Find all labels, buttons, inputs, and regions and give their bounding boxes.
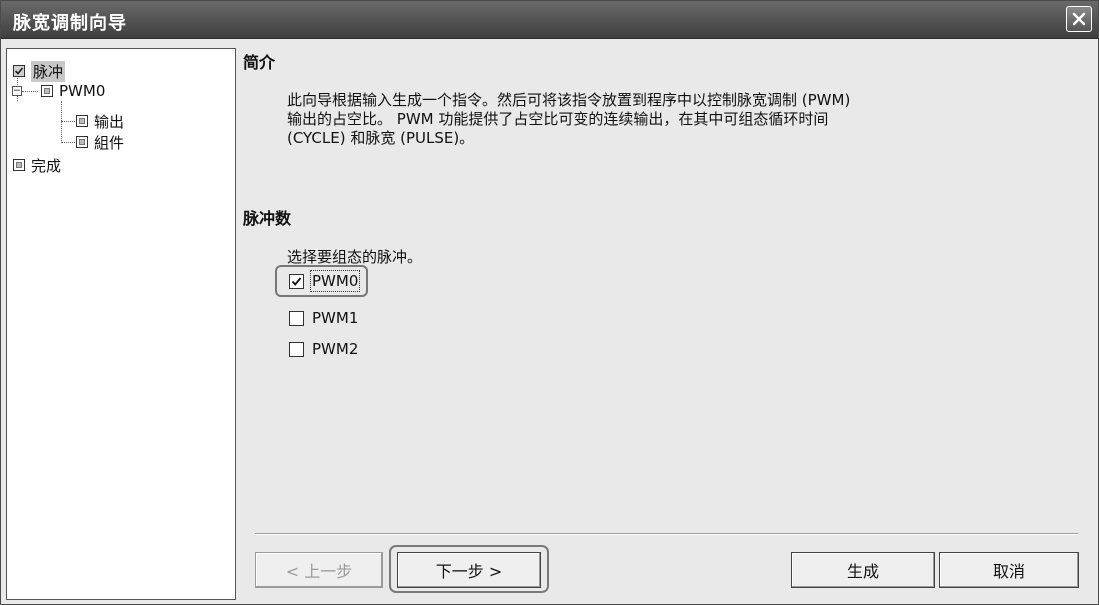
tree-node-icon	[76, 115, 88, 127]
tree-item-pwm0[interactable]: PWM0	[41, 81, 105, 101]
window-title: 脉宽调制向导	[13, 13, 127, 34]
tree-item-finish[interactable]: 完成	[13, 155, 61, 175]
pwm2-checkbox[interactable]	[289, 341, 304, 357]
next-button[interactable]: 下一步 >	[397, 552, 541, 588]
tree-checkbox-icon	[13, 65, 25, 77]
separator	[255, 533, 1078, 535]
tree-item-components[interactable]: 組件	[76, 132, 124, 152]
pwm0-option[interactable]: PWM0	[289, 270, 361, 292]
pwm0-checkbox[interactable]	[289, 273, 304, 289]
tree-item-label: PWM0	[59, 82, 106, 100]
title-bar: 脉宽调制向导	[1, 1, 1098, 39]
intro-heading: 简介	[243, 53, 276, 72]
tree-item-output[interactable]: 输出	[76, 111, 124, 131]
wizard-content: 简介 此向导根据输入生成一个指令。然后可将该指令放置到程序中以控制脉宽调制 (P…	[239, 39, 1098, 604]
tree-item-label: 完成	[31, 156, 62, 175]
pwm2-option[interactable]: PWM2	[289, 339, 358, 359]
check-icon	[291, 276, 302, 286]
intro-text: 此向导根据输入生成一个指令。然后可将该指令放置到程序中以控制脉宽调制 (PWM)…	[287, 91, 1027, 148]
wizard-window: 脉宽调制向导 − 脉冲 PWM0 输出 組件 完成 简介 此向导根据输入生成一个…	[0, 0, 1099, 605]
pwm2-label: PWM2	[312, 340, 359, 358]
cancel-button[interactable]: 取消	[939, 552, 1079, 588]
tree-item-label: 組件	[94, 133, 125, 152]
tree-item-label: 输出	[94, 112, 125, 131]
intro-line: 此向导根据输入生成一个指令。然后可将该指令放置到程序中以控制脉宽调制 (PWM)	[287, 91, 851, 109]
tree-node-icon	[76, 136, 88, 148]
close-button[interactable]	[1066, 6, 1092, 32]
tree-collapse-toggle[interactable]: −	[12, 86, 22, 96]
tree-node-icon	[41, 85, 53, 97]
tree-item-label: 脉冲	[31, 60, 66, 82]
pwm1-checkbox[interactable]	[289, 310, 304, 326]
pwm1-label: PWM1	[312, 309, 359, 327]
navigation-tree: − 脉冲 PWM0 输出 組件 完成	[6, 48, 236, 600]
pulse-prompt: 选择要组态的脉冲。	[287, 248, 423, 266]
intro-line: 输出的占空比。 PWM 功能提供了占空比可变的连续输出，在其中可组态循环时间	[287, 110, 829, 128]
close-icon	[1072, 12, 1086, 26]
generate-button[interactable]: 生成	[791, 552, 935, 588]
pwm0-label: PWM0	[309, 270, 361, 292]
pwm1-option[interactable]: PWM1	[289, 308, 358, 328]
prev-button[interactable]: < 上一步	[255, 552, 383, 588]
tree-item-pulse[interactable]: 脉冲	[13, 60, 66, 82]
tree-node-icon	[13, 159, 25, 171]
intro-line: (CYCLE) 和脉宽 (PULSE)。	[287, 129, 475, 147]
pulse-count-heading: 脉冲数	[243, 209, 292, 228]
